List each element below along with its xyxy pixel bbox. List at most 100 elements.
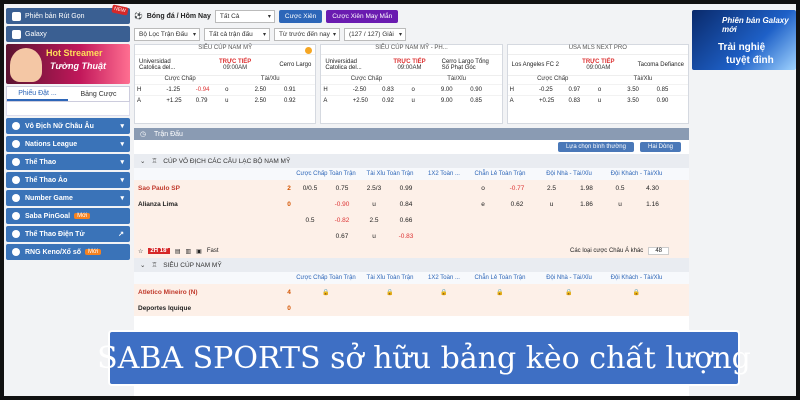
line: 2.50 — [254, 98, 267, 104]
odds[interactable]: 0.67 — [326, 233, 358, 240]
col-1x2: 1X2 Toàn ... — [428, 275, 460, 281]
odds[interactable]: 0.75 — [326, 185, 358, 192]
more-markets-select[interactable]: 48 — [648, 247, 669, 255]
handicap-header: Cược Chấp — [537, 76, 569, 82]
match-card[interactable]: SIÊU CÚP NAM MỸ - PH... Universidad Cato… — [320, 44, 503, 124]
home-team: Universidad Catolica del... — [139, 59, 176, 71]
line: u — [549, 200, 554, 208]
home-team: Sao Paulo SP — [138, 184, 180, 192]
over-under-header: Tài/Xỉu — [260, 76, 280, 82]
promo-caption: SABA SPORTS sở hữu bảng kèo chất lượng — [97, 330, 751, 386]
odds[interactable]: 0.83 — [568, 98, 597, 104]
sidebar-item-womens-euro[interactable]: Vô Địch Nữ Châu Âu ▾ — [6, 118, 130, 134]
league-count-select[interactable]: (127 / 127) Giải ▾ — [344, 27, 406, 41]
col-odd-even: Chẵn Lẻ Toàn Trận — [474, 171, 526, 177]
tab-bet-list[interactable]: Bảng Cược — [68, 87, 129, 101]
sidebar-item-sports[interactable]: Thể Thao ▾ — [6, 154, 130, 170]
sidebar-item-saba-pingoal[interactable]: Saba PinGoal Mới — [6, 208, 130, 224]
odds[interactable]: -0.90 — [326, 201, 358, 208]
lucky-parlay-button[interactable]: Cược Xiên May Mắn — [326, 9, 399, 23]
time-filter-select[interactable]: Từ trước đến nay ▾ — [274, 27, 340, 41]
collapse-icon[interactable]: ⌄ — [140, 157, 145, 165]
sidebar-item-rng-keno[interactable]: RNG Keno/Xổ số Mới — [6, 244, 130, 260]
galaxy-button[interactable]: Galaxy — [6, 26, 130, 42]
lite-version-button[interactable]: Phiên bản Rút Gọn NEW — [6, 4, 130, 24]
home-score: 2 — [287, 184, 291, 192]
trophy-icon: ♖ — [151, 158, 158, 165]
away-team: Tacoma Defiance — [637, 62, 684, 68]
odds-lines-select[interactable]: Hai Dòng — [639, 142, 681, 152]
match-filter-select[interactable]: Tất cả trận đấu ▾ — [204, 27, 270, 41]
fast-label[interactable]: Fast — [207, 248, 219, 254]
galaxy-promo-banner[interactable]: Phiên bản Galaxy mới Trải nghiệ tuyệt đỉ… — [692, 10, 796, 70]
league-header[interactable]: ⌄ ♖ SIÊU CÚP NAM MỸ — [134, 258, 689, 272]
odds[interactable]: 0.62 — [500, 201, 534, 208]
collapse-icon[interactable]: ⌄ — [140, 261, 145, 269]
time-filter-value: Từ trước đến nay — [279, 30, 330, 38]
league-header[interactable]: ⌄ ♖ CÚP VÔ ĐỊCH CÁC CÂU LẠC BỘ NAM MỸ — [134, 154, 689, 168]
external-link-icon: ↗ — [118, 231, 124, 238]
odds[interactable]: 1.86 — [569, 201, 604, 208]
away-score: 0 — [287, 200, 291, 208]
odds[interactable]: -0.82 — [326, 217, 358, 224]
ball-icon — [12, 140, 20, 148]
league-name: SIÊU CÚP NAM MỸ — [163, 261, 222, 269]
odds-selection-select[interactable]: Lựa chọn bình thường — [557, 142, 634, 152]
odds[interactable]: -0.94 — [196, 87, 225, 93]
match-card[interactable]: USA MLS NEXT PRO Los Angeles FC 2 TRỰC T… — [506, 44, 689, 124]
market-select[interactable]: Tất Cả ▾ — [214, 9, 275, 23]
away-score: 0 — [287, 304, 291, 312]
odds[interactable]: 0.85 — [470, 98, 499, 104]
sidebar-item-number-game[interactable]: Number Game ▾ — [6, 190, 130, 206]
odds[interactable]: 0.84 — [390, 201, 422, 208]
odds[interactable]: 1.98 — [569, 185, 604, 192]
sidebar-item-label: Number Game — [25, 194, 73, 202]
odds[interactable]: 0.85 — [657, 87, 686, 93]
tab-bet-slip[interactable]: Phiếu Đặt ... — [7, 87, 68, 101]
banner-line1: Hot Streamer — [46, 48, 103, 58]
odds[interactable]: 0.99 — [390, 185, 422, 192]
other-odds-select[interactable]: Các loại cược Châu Á khác — [570, 248, 643, 254]
odds[interactable]: -0.83 — [390, 233, 422, 240]
odds[interactable]: 0.92 — [382, 98, 411, 104]
sidebar-item-virtual-sports[interactable]: Thể Thao Ảo ▾ — [6, 172, 130, 188]
odds[interactable]: 0.90 — [657, 98, 686, 104]
odds[interactable]: 0.83 — [382, 87, 411, 93]
odds[interactable]: 0.91 — [284, 87, 313, 93]
side: A — [509, 98, 514, 104]
odds[interactable]: -0.77 — [500, 185, 534, 192]
odds[interactable]: 1.16 — [636, 201, 669, 208]
stats-icon[interactable]: ▤ — [175, 248, 181, 255]
table-row: 0.67 u -0.83 — [134, 228, 689, 244]
sidebar-item-nations-league[interactable]: Nations League ▾ — [6, 136, 130, 152]
star-icon[interactable]: ☆ — [138, 248, 143, 255]
odds-row: H -0.25 0.97 o 3.50 0.85 — [507, 84, 688, 95]
chart-icon[interactable]: ▥ — [186, 248, 192, 255]
side: u — [225, 98, 229, 104]
lock-icon: 🔒 — [632, 289, 641, 296]
number-icon — [12, 194, 20, 202]
line: 3.50 — [627, 87, 639, 93]
filter-bar: ⚽ Bóng đá / Hôm Nay Tất Cả ▾ Cược Xiên Cư… — [134, 8, 689, 42]
match-card[interactable]: SIÊU CÚP NAM MỸ Universidad Catolica del… — [134, 44, 317, 124]
odds[interactable]: 0.66 — [390, 217, 422, 224]
odds[interactable]: 0.92 — [284, 98, 313, 104]
league-filter-select[interactable]: Bộ Lọc Trận Đấu ▾ — [134, 27, 200, 41]
tv-icon[interactable]: ▣ — [196, 248, 202, 255]
sidebar-item-esports[interactable]: Thể Thao Điện Tử ↗ — [6, 226, 130, 242]
clock-icon: ◷ — [140, 131, 147, 138]
hot-streamer-banner[interactable]: Hot Streamer Tường Thuật — [6, 44, 130, 84]
parlay-button[interactable]: Cược Xiên — [278, 9, 323, 23]
side: o — [597, 87, 602, 93]
odds[interactable]: 0.79 — [196, 98, 225, 104]
odds[interactable]: 4.30 — [636, 185, 669, 192]
col-over-under: Tài Xỉu Toàn Trận — [366, 275, 414, 281]
odds[interactable]: 0.97 — [568, 87, 597, 93]
line: -0.25 — [539, 87, 553, 93]
odds[interactable]: 0.90 — [470, 87, 499, 93]
section-header: ◷ Trận Đấu — [134, 128, 689, 140]
line: e — [481, 200, 485, 208]
match-block: Atletico Mineiro (N) 4 🔒 🔒 🔒 🔒 🔒 🔒 Depor… — [134, 284, 689, 316]
keno-icon — [12, 248, 20, 256]
odds-row: H -2.50 0.83 o 9.00 0.90 — [321, 84, 502, 95]
